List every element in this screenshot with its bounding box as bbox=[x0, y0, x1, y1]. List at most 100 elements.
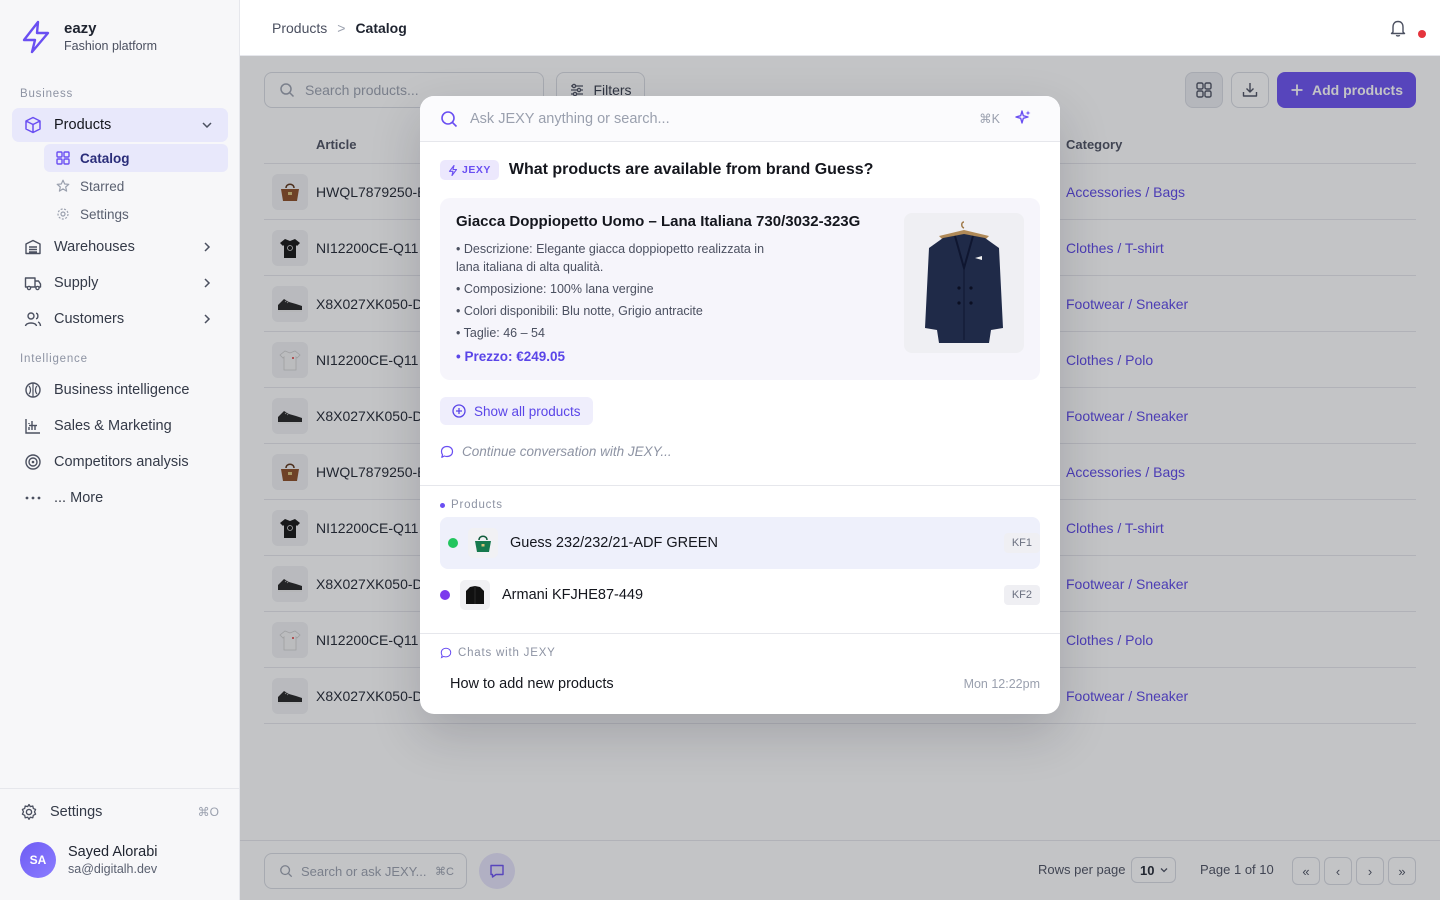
sparkles-icon[interactable] bbox=[1014, 109, 1032, 127]
lightning-logo-icon bbox=[22, 20, 50, 54]
sidebar-item-label: Supply bbox=[54, 275, 99, 291]
box-icon bbox=[25, 116, 41, 134]
jexy-command-palette: Ask JEXY anything or search... ⌘K JEXY W… bbox=[420, 96, 1060, 714]
brand-tagline: Fashion platform bbox=[64, 39, 158, 53]
product-details: • Descrizione: Elegante giacca doppiopet… bbox=[456, 240, 786, 370]
section-label-intelligence: Intelligence bbox=[20, 353, 88, 365]
product-detail: • Descrizione: Elegante giacca doppiopet… bbox=[456, 242, 765, 274]
chat-bubble-icon bbox=[440, 445, 454, 458]
gear-icon bbox=[57, 208, 69, 220]
sidebar-item-label: ... More bbox=[54, 490, 104, 506]
jexy-badge-label: JEXY bbox=[462, 164, 491, 176]
palette-shortcut: ⌘K bbox=[979, 112, 1000, 126]
black-jacket-image bbox=[466, 586, 484, 604]
palette-placeholder: Ask JEXY anything or search... bbox=[470, 111, 670, 127]
truck-icon bbox=[24, 277, 42, 291]
product-image bbox=[904, 213, 1024, 353]
continue-placeholder: Continue conversation with JEXY... bbox=[462, 444, 672, 459]
sidebar-item-label: Competitors analysis bbox=[54, 454, 189, 470]
show-all-label: Show all products bbox=[474, 403, 581, 419]
sidebar-sub-catalog[interactable]: Catalog bbox=[44, 144, 228, 172]
chat-timestamp: Mon 12:22pm bbox=[963, 677, 1040, 691]
bell-icon[interactable] bbox=[1388, 18, 1408, 38]
sidebar-item-customers[interactable]: Customers bbox=[12, 302, 228, 336]
sidebar: eazy Fashion platform Business Products … bbox=[0, 0, 240, 900]
sidebar-item-more[interactable]: ... More bbox=[12, 481, 228, 515]
plus-circle-icon bbox=[452, 404, 466, 418]
breadcrumb-parent[interactable]: Products bbox=[272, 20, 327, 36]
chat-history-item[interactable]: How to add new products Mon 12:22pm bbox=[450, 676, 1040, 692]
product-item-label: Guess 232/232/21-ADF GREEN bbox=[510, 535, 718, 551]
product-detail: • Taglie: 46 – 54 bbox=[456, 326, 545, 340]
sidebar-sub-label: Settings bbox=[80, 206, 129, 222]
sidebar-item-products[interactable]: Products bbox=[12, 108, 228, 142]
settings-shortcut: ⌘O bbox=[197, 805, 219, 819]
palette-product-item[interactable]: Guess 232/232/21-ADF GREEN KF1 bbox=[440, 517, 1040, 569]
topbar: Products > Catalog bbox=[240, 0, 1440, 56]
search-icon bbox=[441, 111, 458, 128]
sidebar-item-label: Warehouses bbox=[54, 239, 135, 255]
target-icon bbox=[25, 454, 41, 470]
brand-name: eazy bbox=[64, 20, 97, 37]
show-all-products-button[interactable]: Show all products bbox=[440, 397, 593, 425]
brand[interactable]: eazy Fashion platform bbox=[20, 20, 157, 54]
sidebar-item-label: Sales & Marketing bbox=[54, 418, 172, 434]
bar-chart-icon bbox=[25, 419, 40, 434]
product-thumbnail bbox=[460, 580, 490, 610]
chevron-right-icon bbox=[204, 278, 211, 288]
continue-conversation-input[interactable]: Continue conversation with JEXY... bbox=[440, 444, 672, 459]
shortcut-badge: KF1 bbox=[1003, 533, 1040, 553]
product-title: Giacca Doppiopetto Uomo – Lana Italiana … bbox=[456, 213, 861, 230]
brain-icon bbox=[25, 382, 41, 398]
breadcrumb-separator: > bbox=[337, 20, 346, 36]
sidebar-item-label: Products bbox=[54, 117, 112, 133]
sidebar-footer: Settings ⌘O SA Sayed Alorabi sa@digitalh… bbox=[0, 788, 239, 900]
product-item-label: Armani KFJHE87-449 bbox=[502, 587, 644, 603]
divider bbox=[420, 633, 1060, 634]
sidebar-item-business-intelligence[interactable]: Business intelligence bbox=[12, 373, 228, 407]
user-profile[interactable]: SA Sayed Alorabi sa@digitalh.dev bbox=[20, 842, 157, 878]
chevron-right-icon bbox=[204, 314, 211, 324]
chat-bubble-icon bbox=[440, 647, 452, 659]
warehouse-icon bbox=[25, 239, 41, 255]
jexy-badge: JEXY bbox=[440, 160, 499, 180]
shortcut-badge: KF2 bbox=[1003, 585, 1040, 605]
product-detail: • Colori disponibili: Blu notte, Grigio … bbox=[456, 304, 703, 318]
status-dot bbox=[448, 538, 458, 548]
settings-label: Settings bbox=[50, 804, 103, 820]
sidebar-item-competitors[interactable]: Competitors analysis bbox=[12, 445, 228, 479]
question-text: What products are available from brand G… bbox=[508, 161, 874, 178]
grid-icon bbox=[56, 151, 70, 165]
product-answer-card[interactable]: Giacca Doppiopetto Uomo – Lana Italiana … bbox=[440, 198, 1040, 380]
group-dot bbox=[440, 502, 445, 508]
sidebar-item-supply[interactable]: Supply bbox=[12, 266, 228, 300]
avatar: SA bbox=[20, 842, 56, 878]
sidebar-item-label: Customers bbox=[54, 311, 125, 327]
product-thumbnail bbox=[468, 528, 498, 558]
breadcrumb-current: Catalog bbox=[355, 20, 407, 36]
sidebar-sub-settings[interactable]: Settings bbox=[44, 200, 228, 228]
sidebar-sub-starred[interactable]: Starred bbox=[44, 172, 228, 200]
palette-product-item[interactable]: Armani KFJHE87-449 KF2 bbox=[440, 569, 1040, 621]
group-label-chats: Chats with JEXY bbox=[440, 647, 556, 659]
product-price: • Prezzo: €249.05 bbox=[456, 349, 566, 364]
sidebar-item-warehouses[interactable]: Warehouses bbox=[12, 230, 228, 264]
more-dots-icon bbox=[25, 496, 41, 500]
star-icon bbox=[56, 179, 70, 192]
status-dot bbox=[440, 590, 450, 600]
sidebar-item-sales-marketing[interactable]: Sales & Marketing bbox=[12, 409, 228, 443]
group-label-text: Chats with JEXY bbox=[458, 647, 556, 659]
jacket-image bbox=[925, 221, 1003, 343]
palette-search-input[interactable]: Ask JEXY anything or search... ⌘K bbox=[420, 96, 1060, 142]
gear-icon bbox=[21, 803, 37, 820]
user-email: sa@digitalh.dev bbox=[68, 862, 158, 876]
product-detail: • Composizione: 100% lana vergine bbox=[456, 282, 654, 296]
group-label-products: Products bbox=[440, 499, 503, 511]
lightning-icon bbox=[448, 164, 458, 176]
chevron-down-icon bbox=[202, 122, 212, 129]
sidebar-settings-button[interactable]: Settings ⌘O bbox=[20, 803, 219, 821]
sidebar-sub-label: Starred bbox=[80, 178, 125, 194]
green-bag-image bbox=[475, 535, 491, 552]
user-name: Sayed Alorabi bbox=[68, 844, 158, 860]
jexy-question: JEXY What products are available from br… bbox=[440, 160, 873, 180]
